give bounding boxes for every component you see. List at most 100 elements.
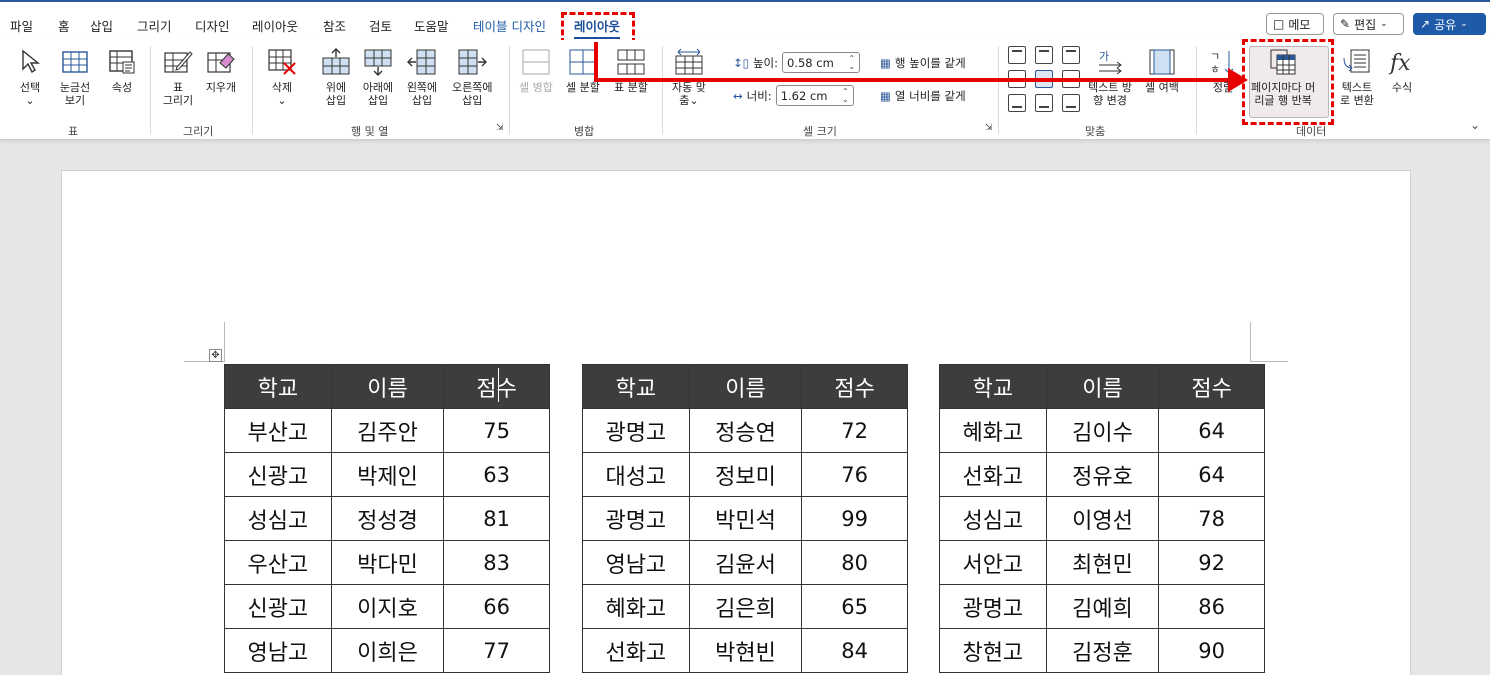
text-direction-button[interactable]: 가 텍스트 방 향 변경 — [1088, 46, 1132, 107]
cell-score[interactable]: 76 — [801, 452, 908, 497]
dialog-launcher-icon[interactable]: ⇲ — [985, 123, 993, 133]
header-school[interactable]: 학교 — [939, 364, 1047, 409]
autofit-button[interactable]: 자동 맞 춤⌄ — [672, 46, 706, 107]
memo-button[interactable]: □ 메모 — [1266, 13, 1324, 35]
insert-above-button[interactable]: 위에 삽입 — [320, 46, 352, 107]
cell-score[interactable]: 80 — [801, 540, 908, 585]
spinner-arrows-icon[interactable]: ⌃ ⌄ — [848, 54, 855, 71]
cell-name[interactable]: 최현민 — [1045, 540, 1160, 585]
cell-score[interactable]: 75 — [443, 408, 550, 453]
cell-score[interactable]: 83 — [443, 540, 550, 585]
tab-insert[interactable]: 삽입 — [90, 16, 113, 35]
cell-margins-button[interactable]: 셀 여백 — [1145, 46, 1179, 94]
table-move-handle-icon[interactable]: ✥ — [209, 349, 222, 362]
header-school[interactable]: 학교 — [224, 364, 332, 409]
cell-school[interactable]: 신광고 — [224, 584, 332, 629]
cell-school[interactable]: 혜화고 — [582, 584, 690, 629]
insert-below-button[interactable]: 아래에 삽입 — [362, 46, 394, 107]
cell-school[interactable]: 우산고 — [224, 540, 332, 585]
align-top-left-icon[interactable] — [1008, 46, 1026, 64]
cell-school[interactable]: 광명고 — [582, 408, 690, 453]
cell-school[interactable]: 영남고 — [224, 628, 332, 673]
score-table-2[interactable]: 학교 이름 점수 광명고 정승연 72 대성고 정보미 76 광명고 박민석 99 영남고 김… — [582, 364, 908, 673]
tab-references[interactable]: 참조 — [323, 16, 346, 35]
cell-school[interactable]: 신광고 — [224, 452, 332, 497]
cell-school[interactable]: 선화고 — [939, 452, 1047, 497]
eraser-button[interactable]: 지우개 — [205, 46, 237, 94]
cell-name[interactable]: 박다민 — [330, 540, 445, 585]
cell-name[interactable]: 이지호 — [330, 584, 445, 629]
header-name[interactable]: 이름 — [688, 364, 803, 409]
align-bottom-center-icon[interactable] — [1035, 94, 1053, 112]
cell-score[interactable]: 64 — [1158, 408, 1265, 453]
merge-cells-button[interactable]: 셀 병합 — [519, 46, 553, 94]
cell-school[interactable]: 영남고 — [582, 540, 690, 585]
cell-school[interactable]: 광명고 — [582, 496, 690, 541]
cell-name[interactable]: 정성경 — [330, 496, 445, 541]
insert-right-button[interactable]: 오른쪽에 삽입 — [452, 46, 492, 107]
cell-score[interactable]: 72 — [801, 408, 908, 453]
cell-score[interactable]: 90 — [1158, 628, 1265, 673]
cell-school[interactable]: 부산고 — [224, 408, 332, 453]
cell-name[interactable]: 이영선 — [1045, 496, 1160, 541]
cell-score[interactable]: 64 — [1158, 452, 1265, 497]
cell-score[interactable]: 78 — [1158, 496, 1265, 541]
align-bottom-left-icon[interactable] — [1008, 94, 1026, 112]
cell-school[interactable]: 대성고 — [582, 452, 690, 497]
dialog-launcher-icon[interactable]: ⇲ — [496, 123, 504, 133]
cell-name[interactable]: 정유호 — [1045, 452, 1160, 497]
header-score[interactable]: 점수 — [443, 364, 550, 409]
cell-school[interactable]: 성심고 — [224, 496, 332, 541]
score-table-1[interactable]: 학교 이름 점수 부산고 김주안 75 신광고 박제인 63 성심고 정성경 81 우산고 박… — [224, 364, 550, 673]
cell-name[interactable]: 이희은 — [330, 628, 445, 673]
collapse-ribbon-icon[interactable]: ⌄ — [1470, 118, 1480, 132]
share-button[interactable]: ↗ 공유 ⌄ — [1413, 13, 1486, 35]
view-gridlines-button[interactable]: 눈금선 보기 — [59, 46, 91, 107]
cell-name[interactable]: 김예희 — [1045, 584, 1160, 629]
cell-score[interactable]: 86 — [1158, 584, 1265, 629]
align-bottom-right-icon[interactable] — [1062, 94, 1080, 112]
score-table-3[interactable]: 학교 이름 점수 혜화고 김이수 64 선화고 정유호 64 성심고 이영선 78 서안고 최… — [939, 364, 1265, 673]
header-score[interactable]: 점수 — [1158, 364, 1265, 409]
cell-name[interactable]: 김정훈 — [1045, 628, 1160, 673]
cell-school[interactable]: 광명고 — [939, 584, 1047, 629]
cell-school[interactable]: 혜화고 — [939, 408, 1047, 453]
header-name[interactable]: 이름 — [330, 364, 445, 409]
cell-school[interactable]: 선화고 — [582, 628, 690, 673]
properties-button[interactable]: 속성 — [106, 46, 138, 94]
cell-score[interactable]: 65 — [801, 584, 908, 629]
tab-page-layout[interactable]: 레이아웃 — [252, 16, 298, 35]
cell-score[interactable]: 92 — [1158, 540, 1265, 585]
spinner-arrows-icon[interactable]: ⌃ ⌄ — [842, 87, 849, 104]
header-score[interactable]: 점수 — [801, 364, 908, 409]
height-spinner[interactable]: 0.58 cm ⌃ ⌄ — [782, 52, 861, 73]
cell-score[interactable]: 77 — [443, 628, 550, 673]
cell-score[interactable]: 66 — [443, 584, 550, 629]
tab-review[interactable]: 검토 — [369, 16, 392, 35]
tab-help[interactable]: 도움말 — [414, 16, 449, 35]
header-school[interactable]: 학교 — [582, 364, 690, 409]
header-name[interactable]: 이름 — [1045, 364, 1160, 409]
cell-score[interactable]: 84 — [801, 628, 908, 673]
distribute-rows-button[interactable]: ▦ 행 높이를 같게 — [880, 55, 966, 71]
cell-name[interactable]: 박현빈 — [688, 628, 803, 673]
tab-table-design[interactable]: 테이블 디자인 — [473, 16, 546, 35]
cell-school[interactable]: 성심고 — [939, 496, 1047, 541]
cell-name[interactable]: 김은희 — [688, 584, 803, 629]
cell-score[interactable]: 63 — [443, 452, 550, 497]
cell-name[interactable]: 김윤서 — [688, 540, 803, 585]
convert-to-text-button[interactable]: 텍스트 로 변환 — [1340, 46, 1374, 107]
formula-button[interactable]: fx 수식 — [1386, 46, 1418, 94]
distribute-cols-button[interactable]: ▦ 열 너비를 같게 — [880, 88, 966, 104]
delete-button[interactable]: 삭제 ⌄ — [266, 46, 298, 107]
tab-home[interactable]: 홈 — [58, 16, 70, 35]
cell-name[interactable]: 정보미 — [688, 452, 803, 497]
select-button[interactable]: 선택 ⌄ — [14, 46, 46, 107]
draw-table-button[interactable]: 표 그리기 — [162, 46, 194, 107]
cell-school[interactable]: 서안고 — [939, 540, 1047, 585]
align-top-center-icon[interactable] — [1035, 46, 1053, 64]
cell-school[interactable]: 창현고 — [939, 628, 1047, 673]
insert-left-button[interactable]: 왼쪽에 삽입 — [406, 46, 438, 107]
cell-score[interactable]: 99 — [801, 496, 908, 541]
edit-button[interactable]: ✎ 편집 ⌄ — [1333, 13, 1404, 35]
